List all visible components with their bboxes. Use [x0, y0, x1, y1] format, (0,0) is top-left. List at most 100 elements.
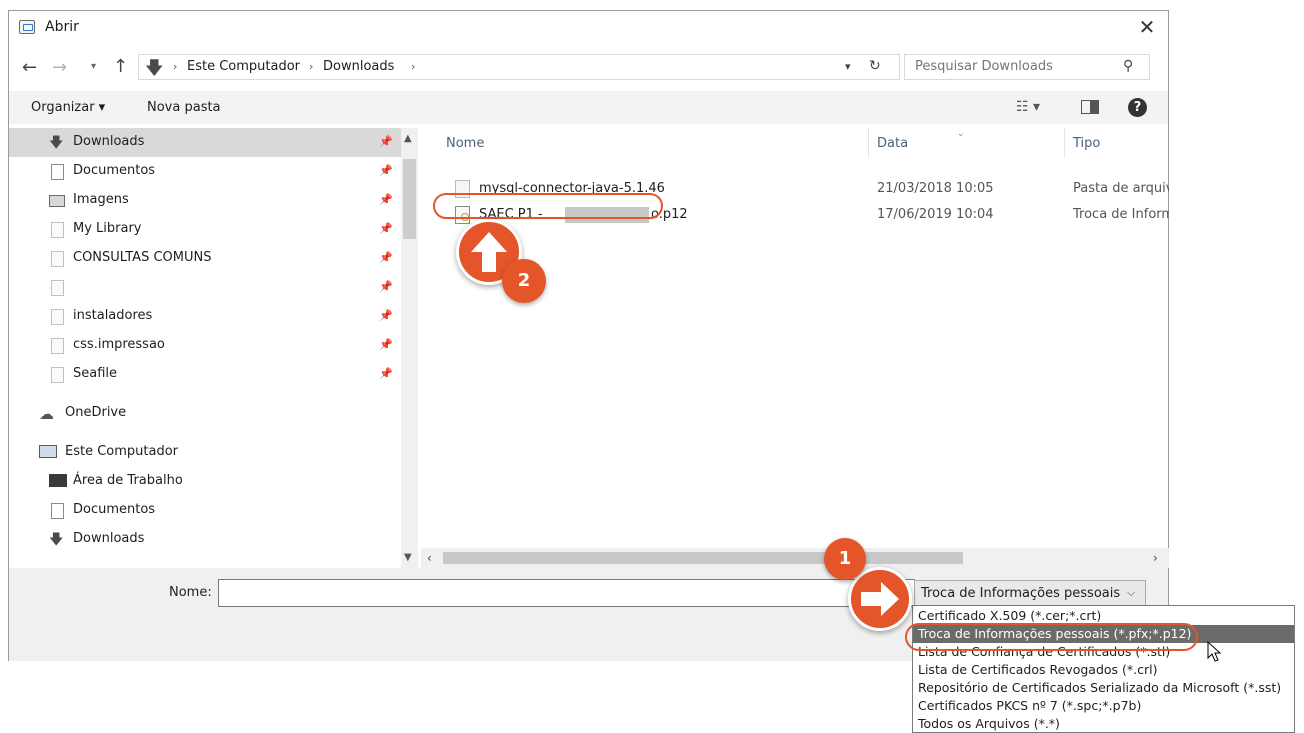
- forward-arrow-icon[interactable]: →: [52, 57, 67, 78]
- column-header-tipo[interactable]: Tipo: [1073, 136, 1100, 151]
- search-input[interactable]: Pesquisar Downloads ⚲: [904, 54, 1150, 80]
- scroll-up-icon[interactable]: ▲: [404, 133, 412, 144]
- image-icon: [49, 195, 65, 207]
- nav-item-este-computador[interactable]: Este Computador: [9, 438, 401, 467]
- pin-icon[interactable]: 📌: [379, 338, 393, 351]
- pin-icon[interactable]: 📌: [379, 280, 393, 293]
- folder-icon: [51, 251, 64, 267]
- option-highlight-oval: [905, 623, 1198, 651]
- nav-item-css-impressao[interactable]: css.impressao 📌: [9, 331, 401, 360]
- file-type: Troca de Informações pessoais: [1073, 207, 1169, 222]
- nav-item-label: OneDrive: [65, 405, 127, 420]
- column-header-nome[interactable]: Nome: [446, 136, 484, 151]
- nav-scrollbar-thumb[interactable]: [403, 159, 416, 239]
- nav-item-documentos[interactable]: Documentos 📌: [9, 157, 401, 186]
- nav-item-downloads[interactable]: 🡇 Downloads 📌: [9, 128, 401, 157]
- pin-icon[interactable]: 📌: [379, 367, 393, 380]
- breadcrumb-separator-icon: ›: [173, 60, 178, 73]
- breadcrumb-separator-icon[interactable]: ›: [411, 60, 415, 73]
- recent-locations-chevron-icon[interactable]: ▾: [91, 61, 96, 72]
- nav-item-instaladores[interactable]: instaladores 📌: [9, 302, 401, 331]
- network-folder-icon: [51, 309, 64, 325]
- nav-item-label: css.impressao: [73, 337, 165, 352]
- sort-chevron-icon: ⌄: [957, 129, 965, 139]
- file-highlight-oval: [433, 193, 663, 219]
- nav-item-imagens[interactable]: Imagens 📌: [9, 186, 401, 215]
- nav-item-downloads-pc[interactable]: 🡇 Downloads: [9, 525, 401, 554]
- address-dropdown-chevron-icon[interactable]: ▾: [845, 60, 851, 73]
- column-divider[interactable]: [1064, 128, 1065, 158]
- breadcrumb-downloads[interactable]: Downloads: [323, 59, 394, 74]
- search-icon[interactable]: ⚲: [1123, 58, 1133, 74]
- pin-icon[interactable]: 📌: [379, 164, 393, 177]
- mouse-cursor-icon: [1207, 640, 1223, 667]
- nav-item-label: My Library: [73, 221, 142, 236]
- organize-button[interactable]: Organizar ▾: [31, 100, 105, 115]
- nav-item-unnamed[interactable]: 📌: [9, 273, 401, 302]
- horizontal-scrollbar-thumb[interactable]: [443, 552, 963, 564]
- address-bar[interactable]: 🡇 › Este Computador › Downloads › ▾ ↻: [138, 54, 900, 80]
- nav-item-label: Este Computador: [65, 444, 179, 459]
- close-button[interactable]: ✕: [1133, 15, 1161, 41]
- refresh-icon[interactable]: ↻: [869, 58, 881, 74]
- up-arrow-icon[interactable]: ↑: [113, 56, 128, 77]
- pin-icon[interactable]: 📌: [379, 193, 393, 206]
- nav-item-documentos-pc[interactable]: Documentos: [9, 496, 401, 525]
- nav-item-label: Área de Trabalho: [73, 473, 183, 488]
- computer-icon: [39, 445, 57, 458]
- download-arrow-icon: 🡇: [145, 58, 164, 79]
- pin-icon[interactable]: 📌: [379, 135, 393, 148]
- nav-item-label: Seafile: [73, 366, 118, 381]
- download-arrow-icon: 🡇: [49, 532, 64, 548]
- file-date: 17/06/2019 10:04: [877, 207, 994, 222]
- pin-icon[interactable]: 📌: [379, 251, 393, 264]
- nav-item-consultas-comuns[interactable]: CONSULTAS COMUNS 📌: [9, 244, 401, 273]
- nav-item-onedrive[interactable]: ☁ OneDrive: [9, 399, 401, 428]
- window-title: Abrir: [45, 19, 79, 35]
- file-type-option[interactable]: Lista de Certificados Revogados (*.crl): [913, 661, 1294, 679]
- certificate-app-icon: [19, 20, 35, 34]
- nav-item-label: CONSULTAS COMUNS: [73, 250, 212, 265]
- preview-pane-icon[interactable]: [1081, 100, 1099, 114]
- file-type-option[interactable]: Certificados PKCS nº 7 (*.spc;*.p7b): [913, 697, 1294, 715]
- scroll-right-icon[interactable]: ›: [1153, 551, 1158, 565]
- folder-icon: [51, 280, 64, 296]
- open-file-dialog: Abrir ✕ ← → ▾ ↑ 🡇 › Este Computador › Do…: [8, 10, 1169, 661]
- nav-item-my-library[interactable]: My Library 📌: [9, 215, 401, 244]
- nav-item-label: Downloads: [73, 531, 145, 546]
- pin-icon[interactable]: 📌: [379, 222, 393, 235]
- nav-item-area-de-trabalho[interactable]: Área de Trabalho: [9, 467, 401, 496]
- step-badge-1: 1: [824, 538, 866, 580]
- desktop-icon: [49, 474, 67, 487]
- back-arrow-icon[interactable]: ←: [22, 57, 37, 78]
- command-toolbar: Organizar ▾ Nova pasta ☷ ▾ ?: [9, 91, 1168, 124]
- file-type-option[interactable]: Todos os Arquivos (*.*): [913, 715, 1294, 733]
- pin-icon[interactable]: 📌: [379, 309, 393, 322]
- chevron-down-icon[interactable]: ⌵: [1127, 586, 1135, 600]
- file-date: 21/03/2018 10:05: [877, 181, 994, 196]
- download-arrow-icon: 🡇: [49, 135, 64, 151]
- scroll-down-icon[interactable]: ▼: [404, 552, 412, 563]
- nav-item-label: Downloads: [73, 134, 145, 149]
- nav-item-label: Documentos: [73, 502, 156, 517]
- file-name-label: Nome:: [169, 585, 212, 600]
- new-folder-button[interactable]: Nova pasta: [147, 100, 221, 115]
- breadcrumb-separator-icon[interactable]: ›: [309, 60, 313, 73]
- document-icon: [51, 503, 64, 519]
- file-name-input[interactable]: [218, 579, 915, 607]
- nav-item-seafile[interactable]: Seafile 📌: [9, 360, 401, 389]
- change-view-icon[interactable]: ☷ ▾: [1016, 99, 1040, 115]
- step-badge-2: 2: [502, 259, 546, 303]
- scroll-left-icon[interactable]: ‹: [427, 551, 432, 565]
- help-icon[interactable]: ?: [1128, 98, 1147, 117]
- file-type-select[interactable]: Troca de Informações pessoais ⌵: [914, 580, 1146, 606]
- folder-icon: [51, 367, 64, 383]
- breadcrumb-este-computador[interactable]: Este Computador: [187, 59, 300, 74]
- file-type-selected-value: Troca de Informações pessoais: [921, 586, 1121, 601]
- horizontal-scrollbar[interactable]: ‹ ›: [421, 548, 1169, 568]
- network-folder-icon: [51, 338, 64, 354]
- column-header-data[interactable]: Data: [877, 136, 908, 151]
- file-type-option[interactable]: Repositório de Certificados Serializado …: [913, 679, 1294, 697]
- column-divider[interactable]: [868, 128, 869, 158]
- cloud-icon: ☁: [39, 405, 54, 423]
